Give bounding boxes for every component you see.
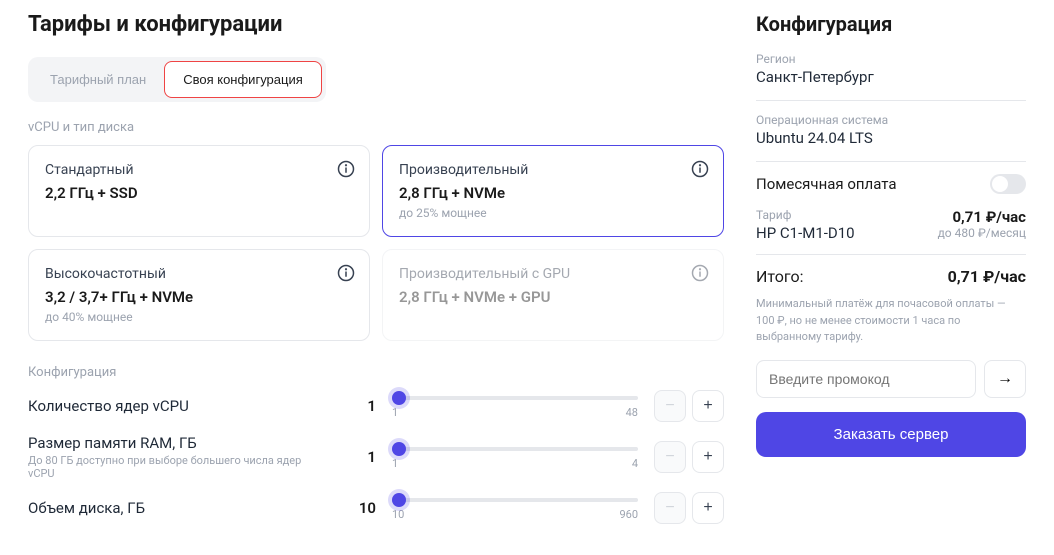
tabs-container: Тарифный план Своя конфигурация — [28, 57, 326, 102]
cpu-cores-value: 1 — [344, 397, 376, 415]
ram-plus-button[interactable]: + — [692, 441, 724, 473]
monthly-toggle[interactable] — [990, 174, 1026, 194]
ram-slider[interactable] — [392, 447, 638, 451]
tariff-monthly: до 480 ₽/месяц — [938, 226, 1026, 240]
summary-title: Конфигурация — [756, 12, 1026, 36]
cpu-plus-button[interactable]: + — [692, 390, 724, 422]
disk-plus-button[interactable]: + — [692, 492, 724, 524]
disk-value: 10 — [344, 499, 376, 517]
tab-plan[interactable]: Тарифный план — [32, 61, 164, 98]
page-title: Тарифы и конфигурации — [28, 12, 724, 37]
cpu-card-desc: до 40% мощнее — [45, 310, 353, 324]
disk-min: 10 — [392, 508, 404, 521]
total-label: Итого: — [756, 267, 803, 286]
cpu-minus-button[interactable]: − — [654, 390, 686, 422]
cpu-card-performance[interactable]: Производительный 2,8 ГГц + NVMe до 25% м… — [382, 145, 724, 237]
ram-value: 1 — [344, 448, 376, 466]
info-icon[interactable] — [691, 264, 709, 282]
cpu-card-title: Производительный — [399, 162, 707, 178]
os-label: Операционная система — [756, 113, 1026, 127]
disk-label: Объем диска, ГБ — [28, 499, 328, 517]
region-label: Регион — [756, 52, 1026, 66]
cpu-card-title: Высокочастотный — [45, 266, 353, 282]
disk-minus-button[interactable]: − — [654, 492, 686, 524]
cpu-card-spec: 2,8 ГГц + NVMe + GPU — [399, 288, 707, 306]
tariff-name: HP C1-M1-D10 — [756, 224, 855, 242]
promo-submit-button[interactable]: → — [984, 360, 1026, 398]
tariff-price: 0,71 ₽/час — [938, 208, 1026, 226]
info-icon[interactable] — [691, 160, 709, 178]
config-section-label: Конфигурация — [28, 365, 724, 380]
total-price: 0,71 ₽/час — [948, 267, 1026, 286]
region-value: Санкт-Петербург — [756, 68, 1026, 86]
cpu-card-standard[interactable]: Стандартный 2,2 ГГц + SSD — [28, 145, 370, 237]
ram-hint: До 80 ГБ доступно при выборе большего чи… — [28, 454, 328, 480]
cpu-grid: Стандартный 2,2 ГГц + SSD Производительн… — [28, 145, 724, 341]
order-button[interactable]: Заказать сервер — [756, 412, 1026, 457]
cpu-card-spec: 2,2 ГГц + SSD — [45, 184, 353, 202]
cpu-card-gpu: Производительный с GPU 2,8 ГГц + NVMe + … — [382, 249, 724, 341]
cpu-max: 48 — [626, 406, 638, 419]
cpu-card-highfreq[interactable]: Высокочастотный 3,2 / 3,7+ ГГц + NVMe до… — [28, 249, 370, 341]
cpu-card-title: Стандартный — [45, 162, 353, 178]
info-icon[interactable] — [337, 264, 355, 282]
cpu-card-title: Производительный с GPU — [399, 266, 707, 282]
promo-input[interactable] — [756, 360, 976, 398]
tab-custom[interactable]: Своя конфигурация — [164, 61, 322, 98]
disk-max: 960 — [619, 508, 638, 521]
cpu-card-desc: до 25% мощнее — [399, 206, 707, 220]
cpu-slider[interactable] — [392, 396, 638, 400]
ram-label: Размер памяти RAM, ГБ — [28, 434, 328, 452]
os-value: Ubuntu 24.04 LTS — [756, 129, 1026, 147]
min-payment-text: Минимальный платёж для почасовой оплаты … — [756, 296, 1026, 346]
cpu-card-spec: 3,2 / 3,7+ ГГц + NVMe — [45, 288, 353, 306]
ram-max: 4 — [632, 457, 638, 470]
arrow-right-icon: → — [997, 370, 1013, 388]
disk-slider[interactable] — [392, 498, 638, 502]
cpu-card-spec: 2,8 ГГц + NVMe — [399, 184, 707, 202]
cpu-cores-label: Количество ядер vCPU — [28, 397, 328, 415]
cpu-min: 1 — [392, 406, 398, 419]
tariff-label: Тариф — [756, 208, 855, 222]
ram-minus-button[interactable]: − — [654, 441, 686, 473]
ram-min: 1 — [392, 457, 398, 470]
cpu-section-label: vCPU и тип диска — [28, 120, 724, 135]
info-icon[interactable] — [337, 160, 355, 178]
monthly-label: Помесячная оплата — [756, 175, 897, 193]
